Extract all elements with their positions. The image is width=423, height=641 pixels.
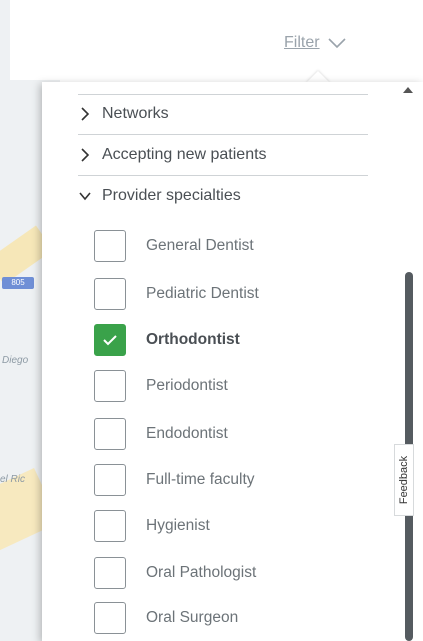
specialty-label: Endodontist bbox=[146, 425, 228, 442]
checkbox[interactable] bbox=[94, 370, 126, 402]
filter-toggle[interactable]: Filter bbox=[284, 34, 346, 52]
section-provider-specialties[interactable]: Provider specialties bbox=[78, 176, 368, 216]
specialty-endodontist[interactable]: Endodontist bbox=[94, 417, 228, 451]
specialty-label: Full-time faculty bbox=[146, 471, 255, 488]
chevron-right-icon bbox=[78, 147, 92, 163]
section-label: Accepting new patients bbox=[102, 146, 267, 163]
checkbox[interactable] bbox=[94, 418, 126, 450]
checkbox[interactable] bbox=[94, 602, 126, 634]
highway-shield: 805 bbox=[2, 277, 34, 289]
map-label: Diego bbox=[2, 355, 29, 366]
feedback-tab[interactable]: Feedback bbox=[394, 444, 414, 516]
specialty-hygienist[interactable]: Hygienist bbox=[94, 509, 210, 543]
section-label: Provider specialties bbox=[102, 187, 241, 204]
chevron-down-icon bbox=[327, 37, 346, 49]
specialty-full-time-faculty[interactable]: Full-time faculty bbox=[94, 463, 255, 497]
specialty-label: Periodontist bbox=[146, 377, 228, 394]
specialty-oral-pathologist[interactable]: Oral Pathologist bbox=[94, 556, 256, 590]
checkbox[interactable] bbox=[94, 278, 126, 310]
filter-panel: Networks Accepting new patients Provider… bbox=[42, 82, 423, 641]
specialty-periodontist[interactable]: Periodontist bbox=[94, 369, 228, 403]
specialty-label: Oral Pathologist bbox=[146, 564, 257, 581]
specialty-label: Hygienist bbox=[146, 517, 210, 534]
section-label: Networks bbox=[102, 105, 169, 122]
specialty-general-dentist[interactable]: General Dentist bbox=[94, 229, 254, 263]
checkbox[interactable] bbox=[94, 324, 126, 356]
chevron-down-icon bbox=[78, 191, 92, 201]
checkmark-icon bbox=[103, 335, 117, 346]
specialty-label: Pediatric Dentist bbox=[146, 285, 259, 302]
checkbox[interactable] bbox=[94, 510, 126, 542]
specialty-pediatric-dentist[interactable]: Pediatric Dentist bbox=[94, 277, 259, 311]
chevron-right-icon bbox=[78, 106, 92, 122]
section-networks[interactable]: Networks bbox=[78, 94, 368, 135]
checkbox[interactable] bbox=[94, 464, 126, 496]
section-cut-off bbox=[78, 54, 368, 95]
checkbox[interactable] bbox=[94, 230, 126, 262]
scroll-up-arrow-icon[interactable] bbox=[403, 87, 413, 93]
specialty-label: Orthodontist bbox=[146, 331, 240, 348]
checkbox[interactable] bbox=[94, 557, 126, 589]
specialty-label: General Dentist bbox=[146, 237, 254, 254]
feedback-label: Feedback bbox=[398, 455, 410, 505]
map-label: el Ric bbox=[0, 474, 26, 485]
section-accepting-new-patients[interactable]: Accepting new patients bbox=[78, 135, 368, 176]
filter-label: Filter bbox=[284, 34, 320, 51]
specialty-label: Oral Surgeon bbox=[146, 609, 239, 626]
specialty-oral-surgeon[interactable]: Oral Surgeon bbox=[94, 601, 238, 635]
specialty-orthodontist[interactable]: Orthodontist bbox=[94, 323, 240, 357]
